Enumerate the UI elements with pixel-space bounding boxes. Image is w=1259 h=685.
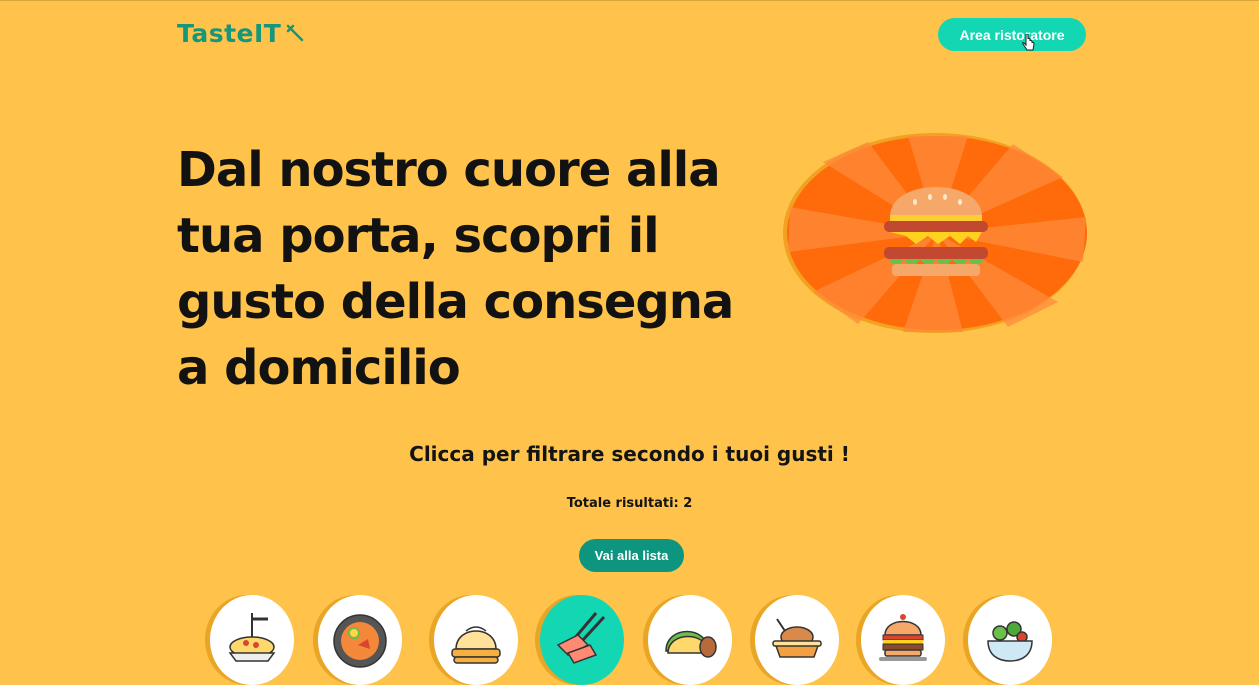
spaghetti-icon [228,613,276,662]
category-sushi[interactable] [540,595,624,685]
dumplings-icon [451,626,501,664]
category-chicken-rice[interactable] [755,595,839,685]
category-burger[interactable] [861,595,945,685]
category-taco[interactable] [648,595,732,685]
category-dumplings[interactable] [434,595,518,685]
salad-icon [987,621,1033,662]
vai-alla-lista-button[interactable]: Vai alla lista [579,539,684,572]
area-ristoratore-button[interactable]: Area ristoratore [938,18,1086,51]
burger-icon [783,133,1087,333]
logo[interactable]: TasteIT [177,19,307,48]
taco-icon [665,630,717,658]
chicken-rice-icon [772,618,822,658]
sushi-icon [556,612,606,664]
burger-icon [879,614,927,661]
filter-heading: Clicca per filtrare secondo i tuoi gusti… [409,442,850,466]
category-pizza[interactable] [318,595,402,685]
fork-icon [287,24,304,41]
hand-cursor-icon [1022,34,1035,51]
hero-title: Dal nostro cuore alla tua porta, scopri … [177,142,734,396]
pizza-icon [333,614,387,668]
category-salad[interactable] [968,595,1052,685]
results-count: Totale risultati: 2 [566,496,693,511]
category-spaghetti[interactable] [210,595,294,685]
logo-text: TasteIT [177,19,282,48]
